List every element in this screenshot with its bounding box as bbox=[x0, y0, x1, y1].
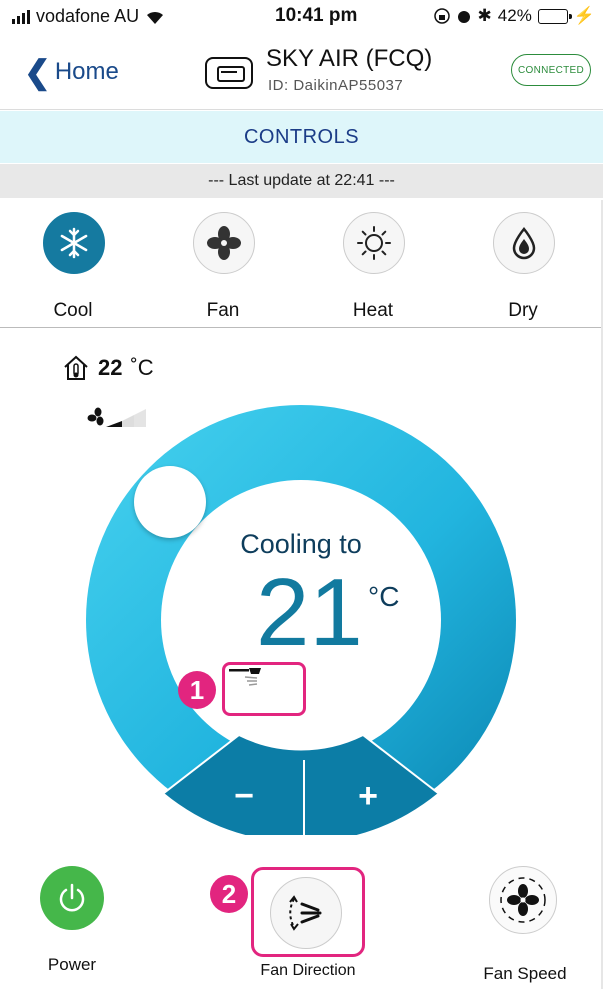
clock: 10:41 pm bbox=[275, 5, 358, 26]
indoor-temp-unit: ˚C bbox=[130, 355, 154, 380]
mode-cool[interactable]: Cool bbox=[23, 210, 123, 328]
indoor-temperature: 22 ˚C bbox=[62, 354, 154, 382]
annotation-badge-1: 1 bbox=[178, 671, 216, 709]
mode-dry[interactable]: Dry bbox=[473, 210, 573, 328]
device-id: ID: DaikinAP55037 bbox=[268, 77, 404, 94]
increase-temp-button[interactable]: + bbox=[338, 771, 398, 821]
alarm-icon bbox=[457, 11, 470, 23]
status-bar: vodafone AU 10:41 pm ✱ 42% ⚡ bbox=[0, 0, 603, 30]
rotation-lock-icon bbox=[433, 8, 450, 24]
temperature-dial: Cooling to 21 °C − + bbox=[86, 405, 516, 835]
last-update-text: --- Last update at 22:41 --- bbox=[0, 164, 603, 198]
mode-fan[interactable]: Fan bbox=[173, 210, 273, 328]
bluetooth-icon: ✱ bbox=[477, 6, 492, 25]
mode-selector: Cool Fan Heat Dry bbox=[0, 210, 603, 328]
louver-direction-icon bbox=[229, 668, 261, 686]
indoor-temp-value: 22 bbox=[98, 355, 123, 380]
mode-label: Dry bbox=[508, 300, 538, 321]
charging-icon: ⚡ bbox=[573, 6, 595, 25]
air-conditioner-icon bbox=[205, 57, 253, 89]
fan-speed-button[interactable] bbox=[489, 866, 557, 934]
sun-icon bbox=[357, 226, 391, 260]
section-title: CONTROLS bbox=[0, 111, 603, 163]
carrier-label: vodafone AU bbox=[36, 6, 140, 26]
fan-icon bbox=[207, 226, 241, 260]
chevron-left-icon: ❮ bbox=[24, 54, 51, 90]
fan-direction-indicator[interactable] bbox=[222, 662, 306, 716]
fan-speed-icon bbox=[500, 877, 546, 923]
power-icon bbox=[59, 883, 85, 912]
mode-label: Cool bbox=[53, 300, 93, 321]
back-button[interactable]: ❮ Home bbox=[24, 56, 119, 88]
connection-status-badge: CONNECTED bbox=[511, 54, 591, 86]
fan-speed-label: Fan Speed bbox=[483, 964, 567, 983]
fan-direction-button[interactable] bbox=[251, 867, 365, 957]
droplet-icon bbox=[512, 227, 536, 260]
mode-heat[interactable]: Heat bbox=[323, 210, 423, 328]
setpoint-unit: °C bbox=[368, 581, 400, 612]
mode-label: Fan bbox=[206, 300, 240, 321]
wifi-icon bbox=[147, 11, 164, 24]
mode-status-text: Cooling to bbox=[240, 529, 362, 559]
signal-icon bbox=[12, 9, 30, 24]
fan-direction-icon bbox=[289, 895, 322, 931]
battery-icon bbox=[537, 8, 572, 24]
power-button[interactable] bbox=[40, 866, 104, 930]
device-name: SKY AIR (FCQ) bbox=[266, 45, 433, 72]
snowflake-icon bbox=[60, 227, 88, 259]
fan-direction-label: Fan Direction bbox=[260, 962, 356, 979]
dial-knob[interactable] bbox=[134, 466, 206, 538]
fan-speed-indicator-icon bbox=[87, 407, 146, 427]
battery-percent: 42% bbox=[497, 6, 532, 25]
nav-header: ❮ Home SKY AIR (FCQ) ID: DaikinAP55037 C… bbox=[0, 30, 603, 110]
power-label: Power bbox=[47, 955, 97, 974]
home-thermometer-icon bbox=[64, 355, 88, 380]
decrease-temp-button[interactable]: − bbox=[214, 771, 274, 821]
annotation-badge-2: 2 bbox=[210, 875, 248, 913]
mode-label: Heat bbox=[352, 300, 394, 321]
back-label: Home bbox=[54, 58, 119, 85]
setpoint-temperature: 21 bbox=[256, 559, 363, 666]
